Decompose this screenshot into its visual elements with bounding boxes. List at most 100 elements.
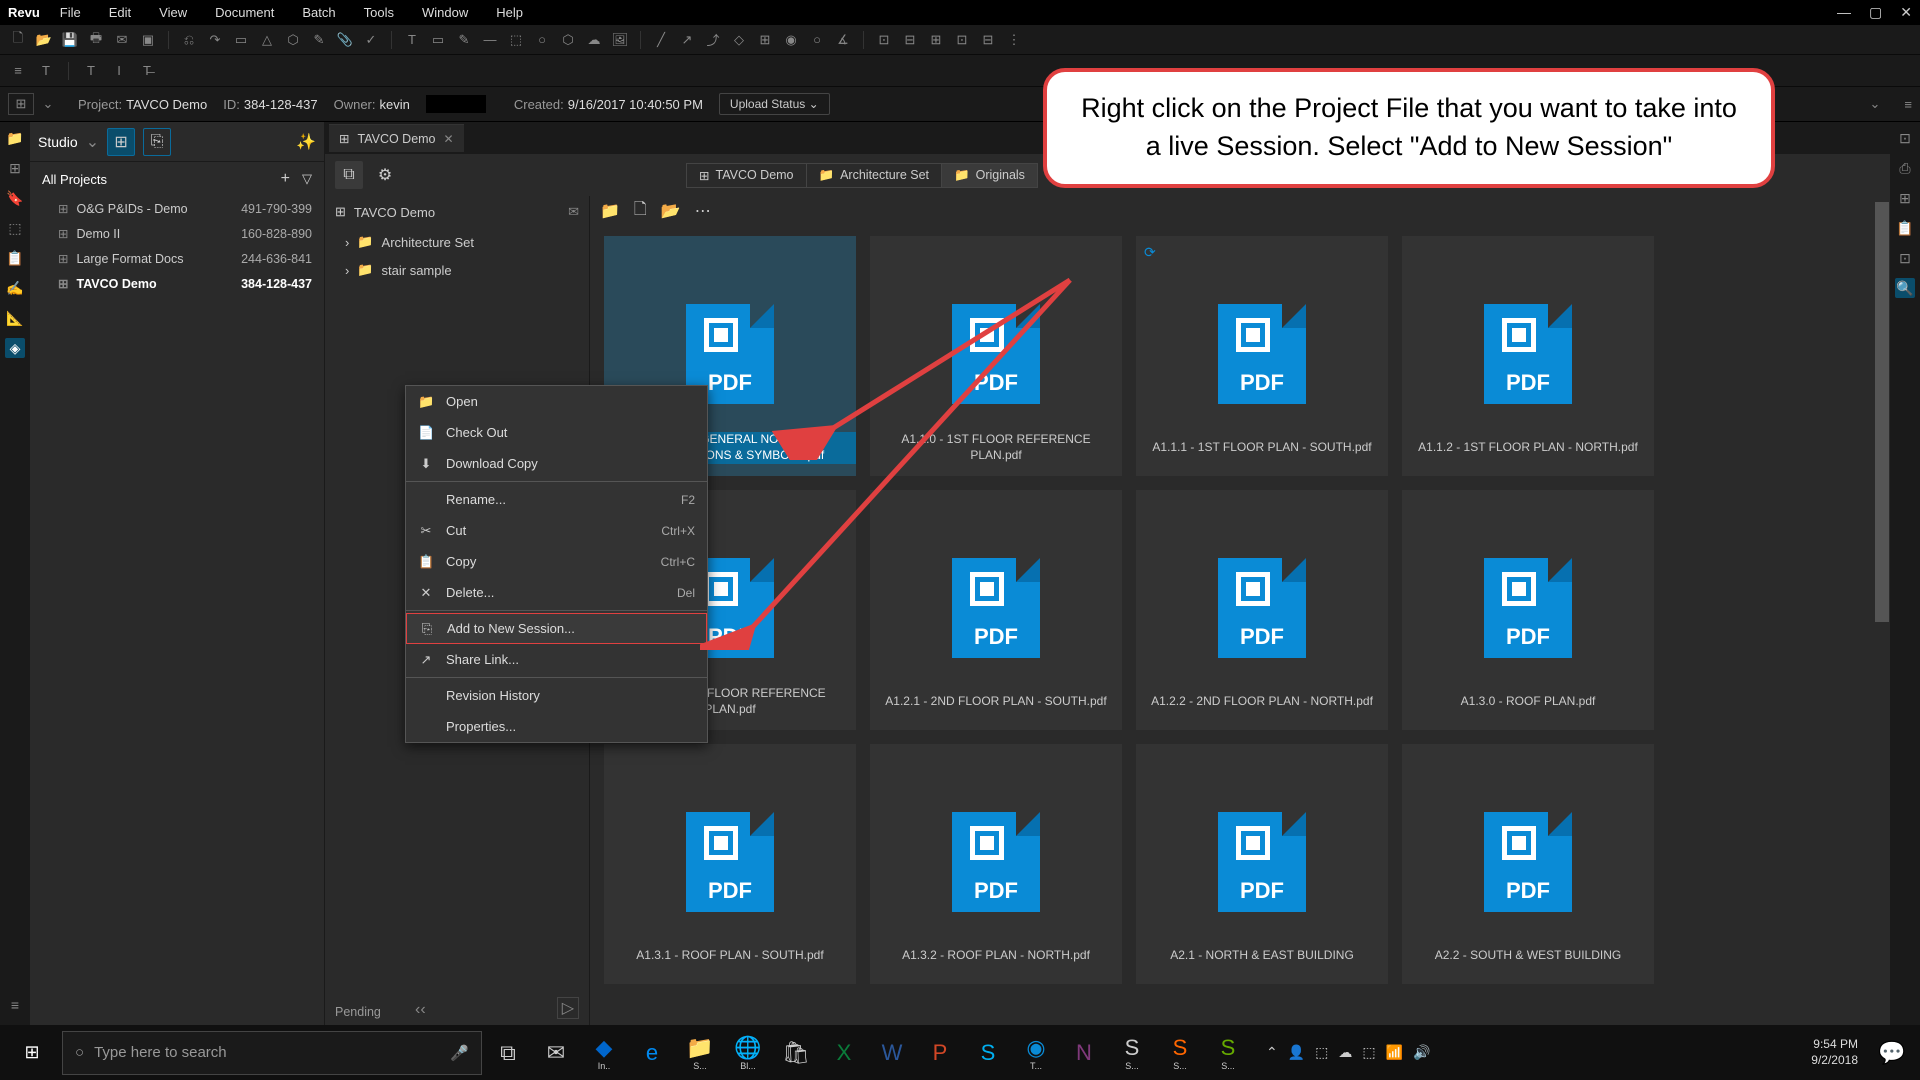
close-icon[interactable]: ✕	[1900, 4, 1912, 21]
context-menu-item[interactable]: ✕Delete...Del	[406, 577, 707, 608]
tray-icon[interactable]: ⌃	[1266, 1044, 1278, 1061]
taskbar-app[interactable]: SS...	[1206, 1031, 1250, 1075]
context-menu-item[interactable]: ⎘Add to New Session...	[406, 613, 707, 644]
taskbar-app[interactable]: X	[822, 1031, 866, 1075]
tray-icon[interactable]: ⬚	[1362, 1044, 1375, 1061]
taskbar-app[interactable]: S	[966, 1031, 1010, 1075]
taskbar-app[interactable]: ◉T...	[1014, 1031, 1058, 1075]
menu-view[interactable]: View	[159, 5, 187, 20]
file-tile[interactable]: PDFA2.2 - SOUTH & WEST BUILDING	[1402, 744, 1654, 984]
tool-icon[interactable]: ╱	[651, 30, 671, 50]
crumb-item[interactable]: ⊞TAVCO Demo	[686, 163, 807, 188]
context-menu-item[interactable]: ✂CutCtrl+X	[406, 515, 707, 546]
task-view-icon[interactable]: ⧉	[486, 1031, 530, 1075]
taskbar-app[interactable]: SS...	[1110, 1031, 1154, 1075]
maximize-icon[interactable]: ▢	[1869, 4, 1882, 21]
tool-icon[interactable]: 📎	[335, 30, 355, 50]
notifications-icon[interactable]: 💬	[1870, 1031, 1914, 1075]
tool-icon[interactable]: ⊟	[978, 30, 998, 50]
taskbar-app[interactable]: N	[1062, 1031, 1106, 1075]
pager-next-icon[interactable]: ▷	[557, 997, 579, 1019]
scrollbar[interactable]	[1874, 196, 1890, 1025]
mic-icon[interactable]: 🎤	[450, 1044, 469, 1062]
tool-icon[interactable]: ⊡	[874, 30, 894, 50]
tray-icon[interactable]: 🔊	[1413, 1044, 1430, 1061]
tool-icon[interactable]: ☁	[584, 30, 604, 50]
rail-icon[interactable]: 📐	[5, 308, 25, 328]
document-tab[interactable]: ⊞ TAVCO Demo ✕	[329, 124, 464, 152]
file-tile[interactable]: PDFA1.3.1 - ROOF PLAN - SOUTH.pdf	[604, 744, 856, 984]
close-tab-icon[interactable]: ✕	[444, 132, 454, 146]
email-icon[interactable]: ✉	[112, 30, 132, 50]
tool-icon[interactable]: ⬡	[558, 30, 578, 50]
context-menu-item[interactable]: ↗Share Link...	[406, 644, 707, 675]
tool-icon[interactable]: ◇	[729, 30, 749, 50]
file-tile[interactable]: PDFA1.3.2 - ROOF PLAN - NORTH.pdf	[870, 744, 1122, 984]
context-menu-item[interactable]: 📋CopyCtrl+C	[406, 546, 707, 577]
menu-document[interactable]: Document	[215, 5, 274, 20]
tool-icon[interactable]: ✎	[454, 30, 474, 50]
taskbar-app[interactable]: P	[918, 1031, 962, 1075]
tool-icon[interactable]: T	[402, 30, 422, 50]
rail-icon[interactable]: ⬚	[5, 218, 25, 238]
project-icon[interactable]: ⊞	[8, 93, 34, 115]
context-menu-item[interactable]: ⬇Download Copy	[406, 448, 707, 479]
start-button[interactable]: ⊞	[6, 1031, 58, 1075]
tool-icon[interactable]: ⬚	[506, 30, 526, 50]
project-item[interactable]: ⊞O&G P&IDs - Demo491-790-399	[30, 196, 324, 221]
menu-edit[interactable]: Edit	[109, 5, 131, 20]
rail-icon[interactable]: ✍	[5, 278, 25, 298]
rail-icon[interactable]: 🔖	[5, 188, 25, 208]
file-tile[interactable]: PDFA2.1 - NORTH & EAST BUILDING	[1136, 744, 1388, 984]
new-icon[interactable]: 🗋	[8, 30, 28, 50]
open-icon[interactable]: 📂	[34, 30, 54, 50]
tool-icon[interactable]: ▭	[428, 30, 448, 50]
rail-icon[interactable]: 📁	[5, 128, 25, 148]
rail-studio-icon[interactable]: ◈	[5, 338, 25, 358]
add-project-icon[interactable]: +	[281, 170, 290, 188]
menu-tools[interactable]: Tools	[364, 5, 394, 20]
context-menu-item[interactable]: Properties...	[406, 711, 707, 742]
tray-icon[interactable]: ⬚	[1315, 1044, 1328, 1061]
file-tile[interactable]: PDFA1.2.1 - 2ND FLOOR PLAN - SOUTH.pdf	[870, 490, 1122, 730]
minimize-icon[interactable]: —	[1837, 4, 1851, 21]
context-menu-item[interactable]: Revision History	[406, 680, 707, 711]
layout-icon[interactable]: ▣	[138, 30, 158, 50]
rail-icon[interactable]: 📋	[1895, 218, 1915, 238]
align-icon[interactable]: ≡	[8, 61, 28, 81]
crumb-item[interactable]: 📁Architecture Set	[806, 163, 943, 188]
new-file-icon[interactable]: 🗋	[634, 198, 647, 225]
rail-icon[interactable]: ⎙	[1895, 158, 1915, 178]
taskbar-app[interactable]: 🛍	[774, 1031, 818, 1075]
save-icon[interactable]: 💾	[60, 30, 80, 50]
tool-icon[interactable]: ↗	[677, 30, 697, 50]
menu-icon[interactable]: ≡	[1904, 97, 1912, 112]
rail-icon[interactable]: ⊡	[1895, 128, 1915, 148]
settings-icon[interactable]: ✨	[296, 132, 316, 152]
tree-root[interactable]: TAVCO Demo	[354, 205, 435, 220]
menu-help[interactable]: Help	[496, 5, 523, 20]
tool-icon[interactable]: ⬡	[283, 30, 303, 50]
file-tile[interactable]: PDFA1.1.0 - 1ST FLOOR REFERENCE PLAN.pdf	[870, 236, 1122, 476]
rail-icon[interactable]: ⊞	[1895, 188, 1915, 208]
taskbar-app[interactable]: SS...	[1158, 1031, 1202, 1075]
tray-icon[interactable]: 👤	[1288, 1044, 1305, 1061]
project-item[interactable]: ⊞Large Format Docs244-636-841	[30, 246, 324, 271]
tool-icon[interactable]: 🖼	[610, 30, 630, 50]
pager-prev-icon[interactable]: ‹‹	[415, 1001, 426, 1019]
mail-icon[interactable]: ✉	[568, 204, 579, 220]
tool-icon[interactable]: ⊡	[952, 30, 972, 50]
tool-icon[interactable]: I	[109, 61, 129, 81]
project-item[interactable]: ⊞TAVCO Demo384-128-437	[30, 271, 324, 296]
tool-icon[interactable]: T̶	[137, 61, 157, 81]
chevron-down-icon[interactable]: ⌄	[1870, 96, 1881, 112]
taskbar-app[interactable]: 🌐Bl...	[726, 1031, 770, 1075]
folder-icon[interactable]: 📁	[600, 201, 620, 221]
file-tile[interactable]: PDFA1.1.2 - 1ST FLOOR PLAN - NORTH.pdf	[1402, 236, 1654, 476]
tray-icon[interactable]: ☁	[1338, 1044, 1352, 1061]
taskbar-app[interactable]: e	[630, 1031, 674, 1075]
tool-icon[interactable]: ▭	[231, 30, 251, 50]
search-icon[interactable]: 🔍	[1895, 278, 1915, 298]
tool-icon[interactable]: ✎	[309, 30, 329, 50]
context-menu-item[interactable]: Rename...F2	[406, 484, 707, 515]
